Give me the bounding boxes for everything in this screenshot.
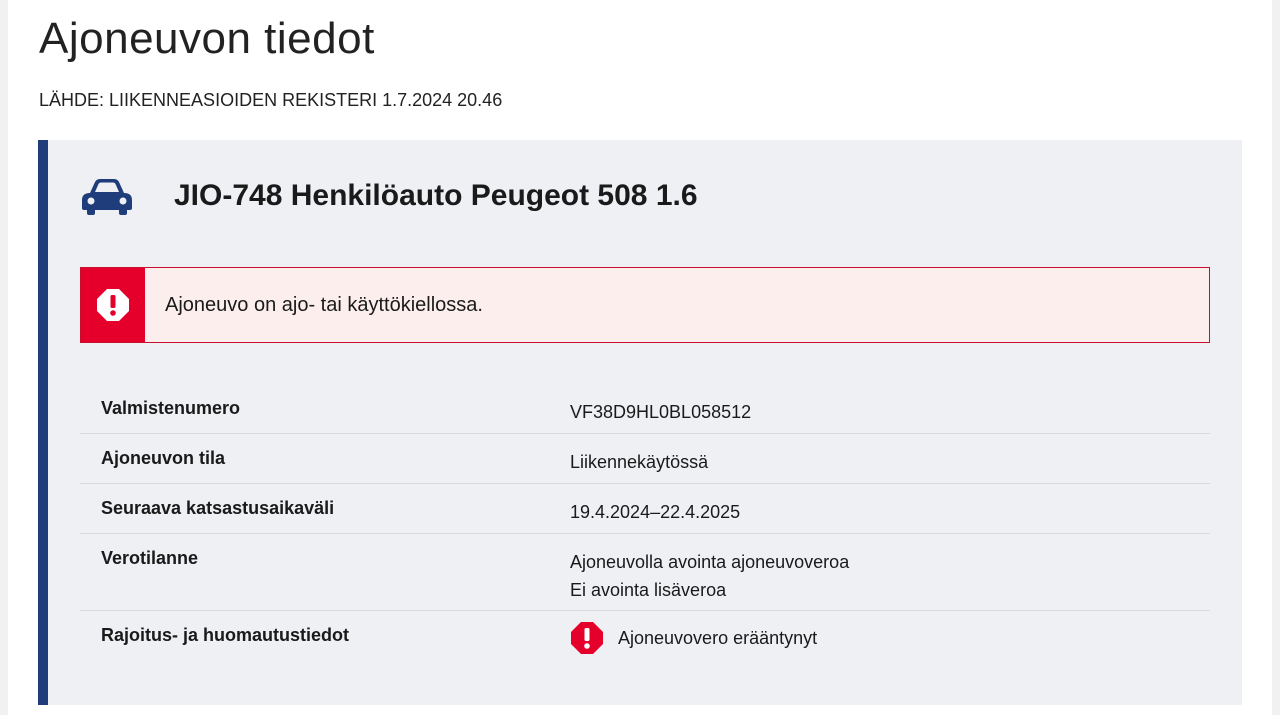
table-row: Seuraava katsastusaikaväli 19.4.2024–22.… (80, 484, 1210, 534)
value-line: Ei avointa lisäveroa (570, 580, 727, 600)
warning-octagon-icon (97, 289, 129, 321)
row-value-restrictions: Ajoneuvovero erääntynyt (570, 622, 817, 661)
table-row: Rajoitus- ja huomautustiedot Ajoneuvover… (80, 611, 1210, 661)
vehicle-card: JIO-748 Henkilöauto Peugeot 508 1.6 Ajon… (38, 140, 1242, 705)
page-title: Ajoneuvon tiedot (39, 14, 375, 63)
table-row: Ajoneuvon tila Liikennekäytössä (80, 434, 1210, 484)
row-label-inspection: Seuraava katsastusaikaväli (101, 498, 335, 518)
restriction-text: Ajoneuvovero erääntynyt (618, 627, 818, 648)
row-value-vin: VF38D9HL0BL058512 (570, 398, 751, 433)
restriction-item: Ajoneuvovero erääntynyt (570, 621, 817, 655)
value-line: Ajoneuvolla avointa ajoneuvoveroa (570, 552, 850, 572)
source-label: LÄHDE: LIIKENNEASIOIDEN REKISTERI 1.7.20… (39, 90, 503, 110)
table-row: Valmistenumero VF38D9HL0BL058512 (80, 384, 1210, 434)
row-value-tax: Ajoneuvolla avointa ajoneuvoveroa Ei avo… (570, 548, 849, 610)
row-label-tax: Verotilanne (101, 548, 199, 568)
vehicle-title: JIO-748 Henkilöauto Peugeot 508 1.6 (174, 179, 698, 212)
alert-icon-box (81, 268, 145, 342)
row-value-inspection: 19.4.2024–22.4.2025 (570, 498, 740, 533)
row-label-vin: Valmistenumero (101, 398, 241, 418)
vehicle-header: JIO-748 Henkilöauto Peugeot 508 1.6 (80, 176, 698, 216)
driving-ban-alert: Ajoneuvo on ajo- tai käyttökiellossa. (80, 267, 1210, 343)
car-icon (82, 179, 132, 215)
value-line: 19.4.2024–22.4.2025 (570, 502, 741, 522)
warning-octagon-icon (571, 622, 603, 654)
value-line: Liikennekäytössä (570, 452, 709, 472)
row-label-restrictions: Rajoitus- ja huomautustiedot (101, 625, 350, 645)
row-label-status: Ajoneuvon tila (101, 448, 226, 468)
value-line: VF38D9HL0BL058512 (570, 402, 752, 422)
table-row: Verotilanne Ajoneuvolla avointa ajoneuvo… (80, 534, 1210, 611)
alert-text: Ajoneuvo on ajo- tai käyttökiellossa. (165, 293, 483, 316)
row-value-status: Liikennekäytössä (570, 448, 708, 483)
page: Ajoneuvon tiedot LÄHDE: LIIKENNEASIOIDEN… (8, 0, 1272, 715)
vehicle-details-table: Valmistenumero VF38D9HL0BL058512 Ajoneuv… (80, 384, 1210, 661)
